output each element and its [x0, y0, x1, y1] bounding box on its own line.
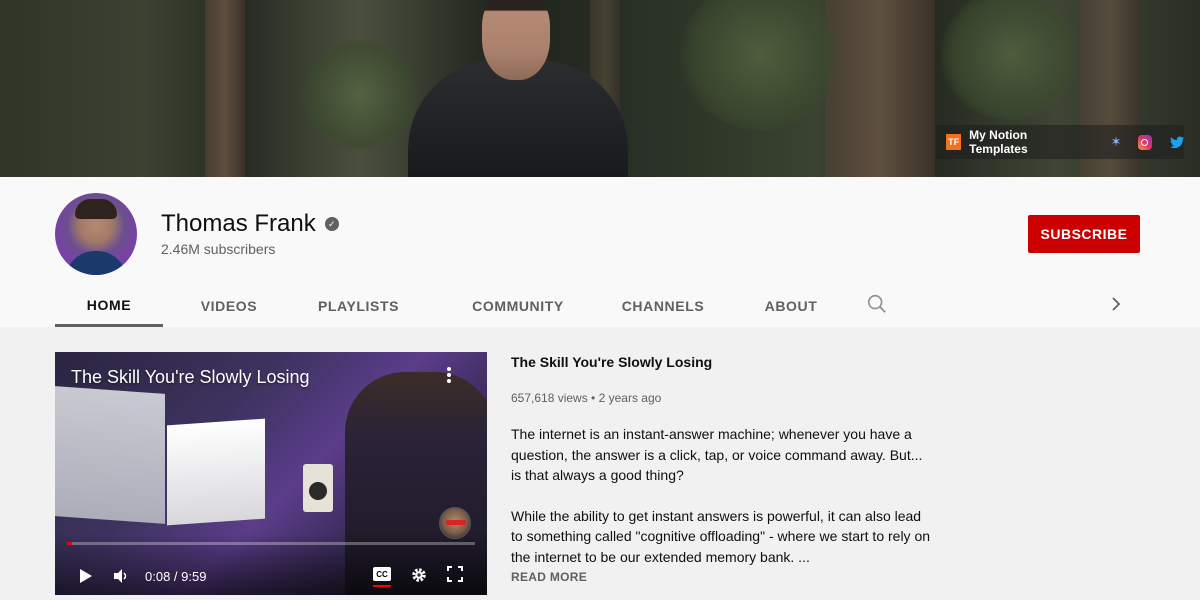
- tab-home[interactable]: HOME: [55, 285, 163, 327]
- banner-tree-trunk: [205, 0, 245, 177]
- tab-videos[interactable]: VIDEOS: [163, 285, 295, 327]
- read-more-link[interactable]: READ MORE: [511, 570, 587, 584]
- channel-banner: TF My Notion Templates ✶: [0, 0, 1200, 177]
- subscriber-count: 2.46M subscribers: [161, 241, 276, 257]
- progress-bar[interactable]: [67, 542, 475, 545]
- video-player[interactable]: The Skill You're Slowly Losing 0:08 / 9:…: [55, 352, 487, 595]
- channel-name-row: Thomas Frank ✓: [161, 210, 339, 238]
- video-scene-monitor: [55, 386, 165, 524]
- channel-tabs: HOME VIDEOS PLAYLISTS COMMUNITY CHANNELS…: [55, 285, 870, 327]
- verified-icon: ✓: [324, 217, 339, 231]
- banner-tree-trunk: [825, 0, 935, 177]
- banner-foliage: [680, 0, 840, 130]
- subscribe-button[interactable]: SUBSCRIBE: [1028, 215, 1140, 253]
- featured-video-description: The internet is an instant-answer machin…: [511, 424, 931, 587]
- captions-icon[interactable]: CC: [373, 567, 391, 581]
- creator-watermark[interactable]: [439, 507, 471, 539]
- volume-icon[interactable]: [113, 568, 129, 584]
- featured-video-title[interactable]: The Skill You're Slowly Losing: [511, 354, 712, 370]
- banner-foliage: [300, 40, 420, 150]
- avatar-shirt: [65, 251, 127, 275]
- tab-channels[interactable]: CHANNELS: [614, 285, 712, 327]
- video-overlay-title[interactable]: The Skill You're Slowly Losing: [71, 367, 310, 388]
- featured-section: The Skill You're Slowly Losing 0:08 / 9:…: [0, 327, 1200, 600]
- progress-played: [67, 542, 73, 545]
- featured-video-meta: 657,618 views • 2 years ago: [511, 391, 662, 405]
- fullscreen-icon[interactable]: [447, 566, 463, 582]
- tab-playlists[interactable]: PLAYLISTS: [295, 285, 422, 327]
- channel-header: Thomas Frank ✓ 2.46M subscribers SUBSCRI…: [0, 177, 1200, 327]
- tf-logo-icon[interactable]: TF: [946, 134, 962, 150]
- banner-foliage: [940, 0, 1080, 120]
- twitter-icon[interactable]: [1169, 136, 1185, 149]
- instagram-icon[interactable]: [1137, 134, 1152, 150]
- description-paragraph: While the ability to get instant answers…: [511, 507, 931, 565]
- video-scene-speaker: [303, 464, 333, 512]
- banner-links: TF My Notion Templates ✶: [936, 125, 1185, 159]
- captions-active-indicator: [373, 585, 391, 587]
- banner-person-head: [482, 0, 550, 80]
- more-options-icon[interactable]: [443, 364, 455, 386]
- description-paragraph: The internet is an instant-answer machin…: [511, 426, 923, 483]
- search-icon[interactable]: [866, 293, 888, 315]
- channel-name: Thomas Frank: [161, 210, 316, 237]
- chevron-right-icon[interactable]: [1108, 295, 1124, 313]
- star-icon[interactable]: ✶: [1111, 134, 1122, 150]
- tab-community[interactable]: COMMUNITY: [422, 285, 614, 327]
- time-readout: 0:08 / 9:59: [145, 569, 207, 584]
- tab-about[interactable]: ABOUT: [712, 285, 870, 327]
- channel-avatar[interactable]: [55, 193, 137, 275]
- settings-icon[interactable]: [410, 566, 428, 584]
- notion-templates-link[interactable]: My Notion Templates: [969, 128, 1083, 156]
- avatar-hair: [75, 199, 117, 219]
- play-icon[interactable]: [79, 568, 93, 584]
- video-scene-monitor: [167, 418, 265, 526]
